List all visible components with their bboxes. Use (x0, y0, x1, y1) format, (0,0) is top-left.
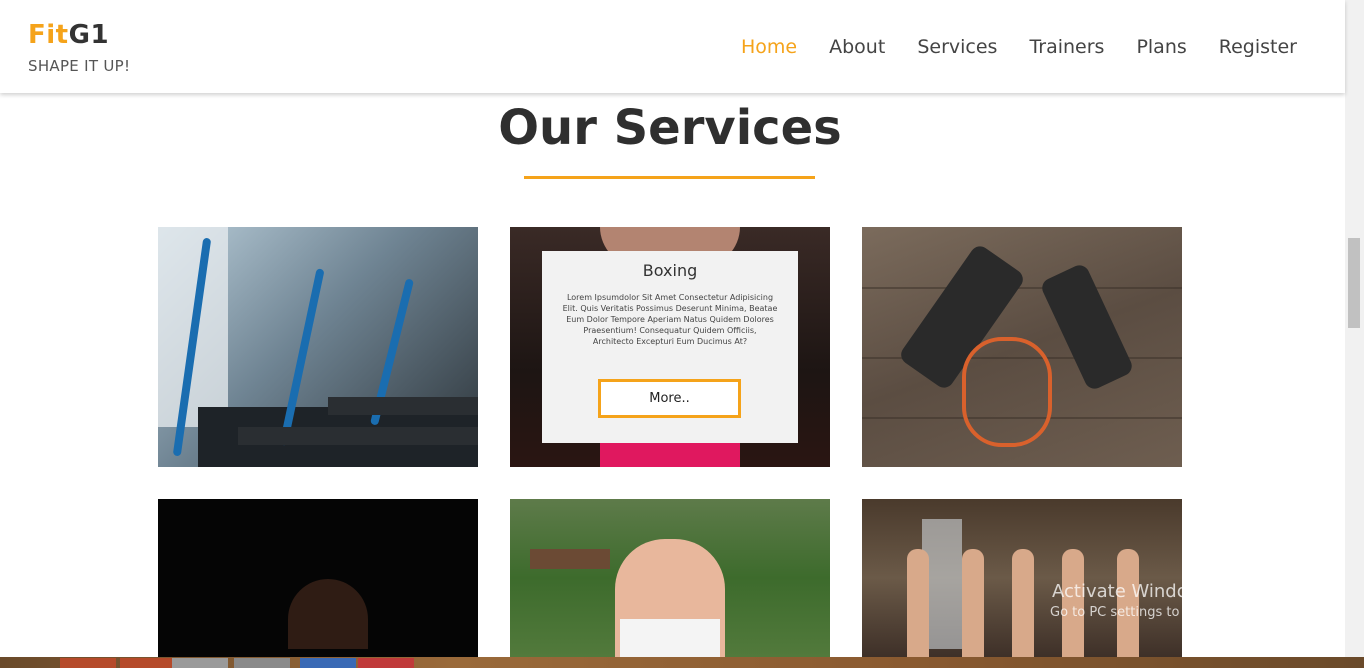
brand-logo[interactable]: FitG1 (28, 20, 109, 50)
service-card-class[interactable] (862, 499, 1182, 657)
person-image (1062, 549, 1084, 657)
taskbar-item[interactable] (300, 658, 356, 668)
more-button[interactable]: More.. (598, 379, 741, 418)
brand-part1: Fit (28, 20, 69, 50)
person-image (1012, 549, 1034, 657)
treadmill-deck (328, 397, 478, 415)
page: FitG1 SHAPE IT UP! Home About Services T… (0, 0, 1364, 668)
nav-trainers[interactable]: Trainers (1029, 36, 1104, 58)
taskbar-item[interactable] (120, 658, 176, 668)
person-image (1117, 549, 1139, 657)
service-overlay: Boxing Lorem Ipsumdolor Sit Amet Consect… (542, 251, 798, 443)
brand-part2: G1 (68, 20, 110, 50)
service-card-strength[interactable] (158, 499, 478, 657)
service-card-weights[interactable] (862, 227, 1182, 467)
treadmill-deck (238, 427, 478, 445)
service-title: Boxing (642, 261, 698, 280)
nav-register[interactable]: Register (1219, 36, 1297, 58)
taskbar-item[interactable] (358, 658, 414, 668)
person-image (962, 549, 984, 657)
bench-image (530, 549, 610, 569)
taskbar-item[interactable] (172, 658, 228, 668)
dumbbell-image (1038, 262, 1136, 392)
section-title: Our Services (498, 100, 842, 156)
person-image (907, 549, 929, 657)
resistance-band-image (962, 337, 1052, 447)
nav-about[interactable]: About (829, 36, 885, 58)
yoga-top (620, 619, 720, 657)
wood-line (862, 287, 1182, 289)
windows-watermark-title: Activate Windows (1052, 581, 1212, 602)
scrollbar-thumb[interactable] (1348, 238, 1360, 328)
service-card-yoga[interactable] (510, 499, 830, 657)
brand-tagline: SHAPE IT UP! (28, 57, 131, 75)
service-description: Lorem Ipsumdolor Sit Amet Consectetur Ad… (562, 293, 778, 346)
service-card-boxing[interactable]: Boxing Lorem Ipsumdolor Sit Amet Consect… (510, 227, 830, 467)
scrollbar[interactable] (1345, 0, 1364, 668)
nav-home[interactable]: Home (741, 36, 797, 58)
taskbar-item[interactable] (234, 658, 290, 668)
site-header: FitG1 SHAPE IT UP! Home About Services T… (0, 0, 1345, 93)
title-underline (524, 176, 815, 179)
main-nav: Home About Services Trainers Plans Regis… (709, 36, 1297, 58)
taskbar-item[interactable] (60, 658, 116, 668)
nav-plans[interactable]: Plans (1136, 36, 1186, 58)
taskbar (0, 657, 1364, 668)
nav-services[interactable]: Services (917, 36, 997, 58)
athlete-photo (288, 579, 368, 649)
windows-watermark-text: Go to PC settings to activate Windows. (1050, 605, 1303, 620)
service-card-treadmill[interactable] (158, 227, 478, 467)
